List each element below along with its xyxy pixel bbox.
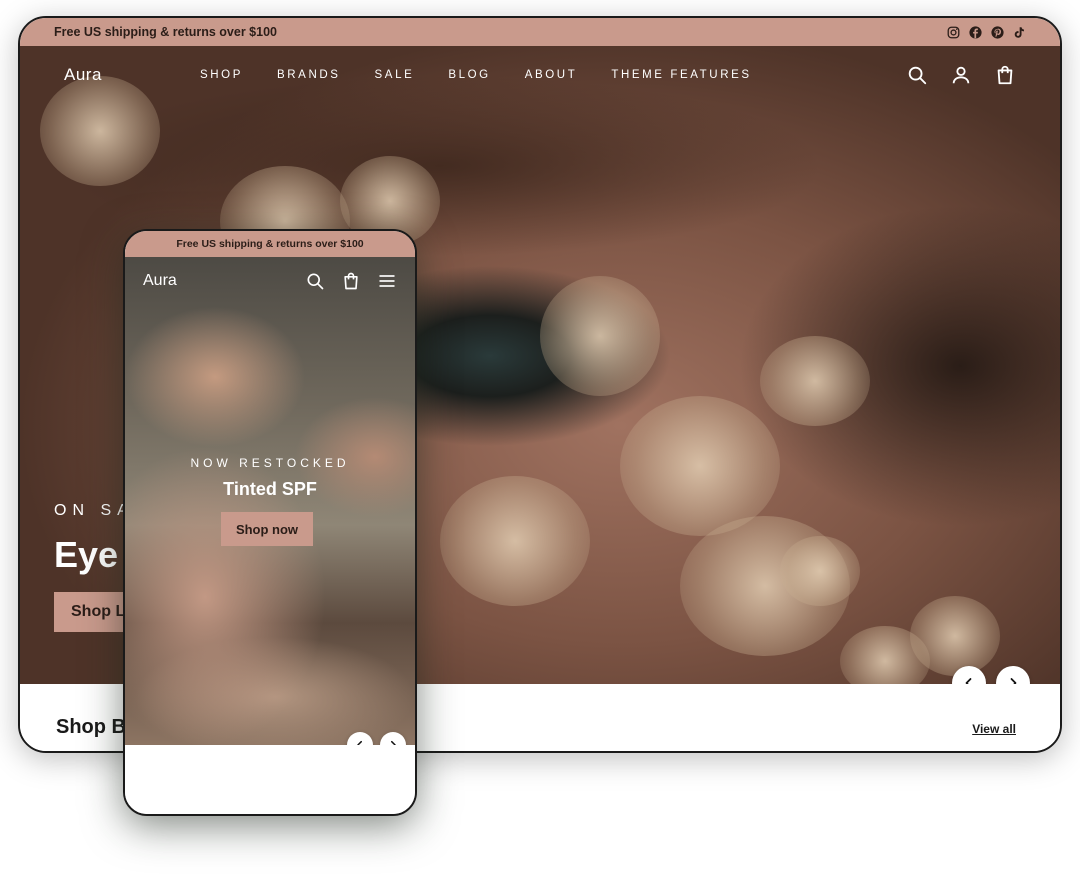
facebook-icon[interactable] <box>969 25 982 39</box>
mobile-mockup: Free US shipping & returns over $100 Aur… <box>123 229 417 816</box>
instagram-icon[interactable] <box>947 26 960 39</box>
nav-item-sale[interactable]: SALE <box>375 69 415 81</box>
nav-item-brands[interactable]: BRANDS <box>277 69 341 81</box>
mobile-hero-eyebrow: NOW RESTOCKED <box>190 456 350 470</box>
social-links <box>947 25 1026 39</box>
announcement-bar: Free US shipping & returns over $100 <box>20 18 1060 46</box>
announcement-text: Free US shipping & returns over $100 <box>54 25 277 39</box>
mobile-hero-cta-button[interactable]: Shop now <box>221 512 313 546</box>
header-icons <box>906 64 1016 86</box>
search-icon[interactable] <box>305 271 325 291</box>
mockup-stage: Free US shipping & returns over $100 Aur… <box>0 0 1080 888</box>
mobile-hero-image <box>125 257 415 745</box>
tiktok-icon[interactable] <box>1013 26 1026 39</box>
mobile-header: Aura <box>125 257 415 305</box>
mobile-header-icons <box>305 271 397 291</box>
mobile-announcement-bar: Free US shipping & returns over $100 <box>125 231 415 257</box>
mobile-hero-title: Tinted SPF <box>223 479 317 499</box>
account-icon[interactable] <box>950 64 972 86</box>
section-title: Shop B <box>56 716 126 738</box>
nav-item-about[interactable]: ABOUT <box>525 69 578 81</box>
cart-icon[interactable] <box>994 64 1016 86</box>
mobile-logo[interactable]: Aura <box>143 272 305 290</box>
view-all-link[interactable]: View all <box>972 722 1016 736</box>
nav-item-blog[interactable]: BLOG <box>448 69 490 81</box>
search-icon[interactable] <box>906 64 928 86</box>
main-nav: SHOP BRANDS SALE BLOG ABOUT THEME FEATUR… <box>200 69 906 81</box>
nav-item-theme-features[interactable]: THEME FEATURES <box>611 69 751 81</box>
menu-icon[interactable] <box>377 271 397 291</box>
site-header: Aura SHOP BRANDS SALE BLOG ABOUT THEME F… <box>20 46 1060 104</box>
cart-icon[interactable] <box>341 271 361 291</box>
logo[interactable]: Aura <box>64 65 200 85</box>
mobile-collection-strip <box>125 745 415 814</box>
pinterest-icon[interactable] <box>991 25 1004 39</box>
nav-item-shop[interactable]: SHOP <box>200 69 243 81</box>
